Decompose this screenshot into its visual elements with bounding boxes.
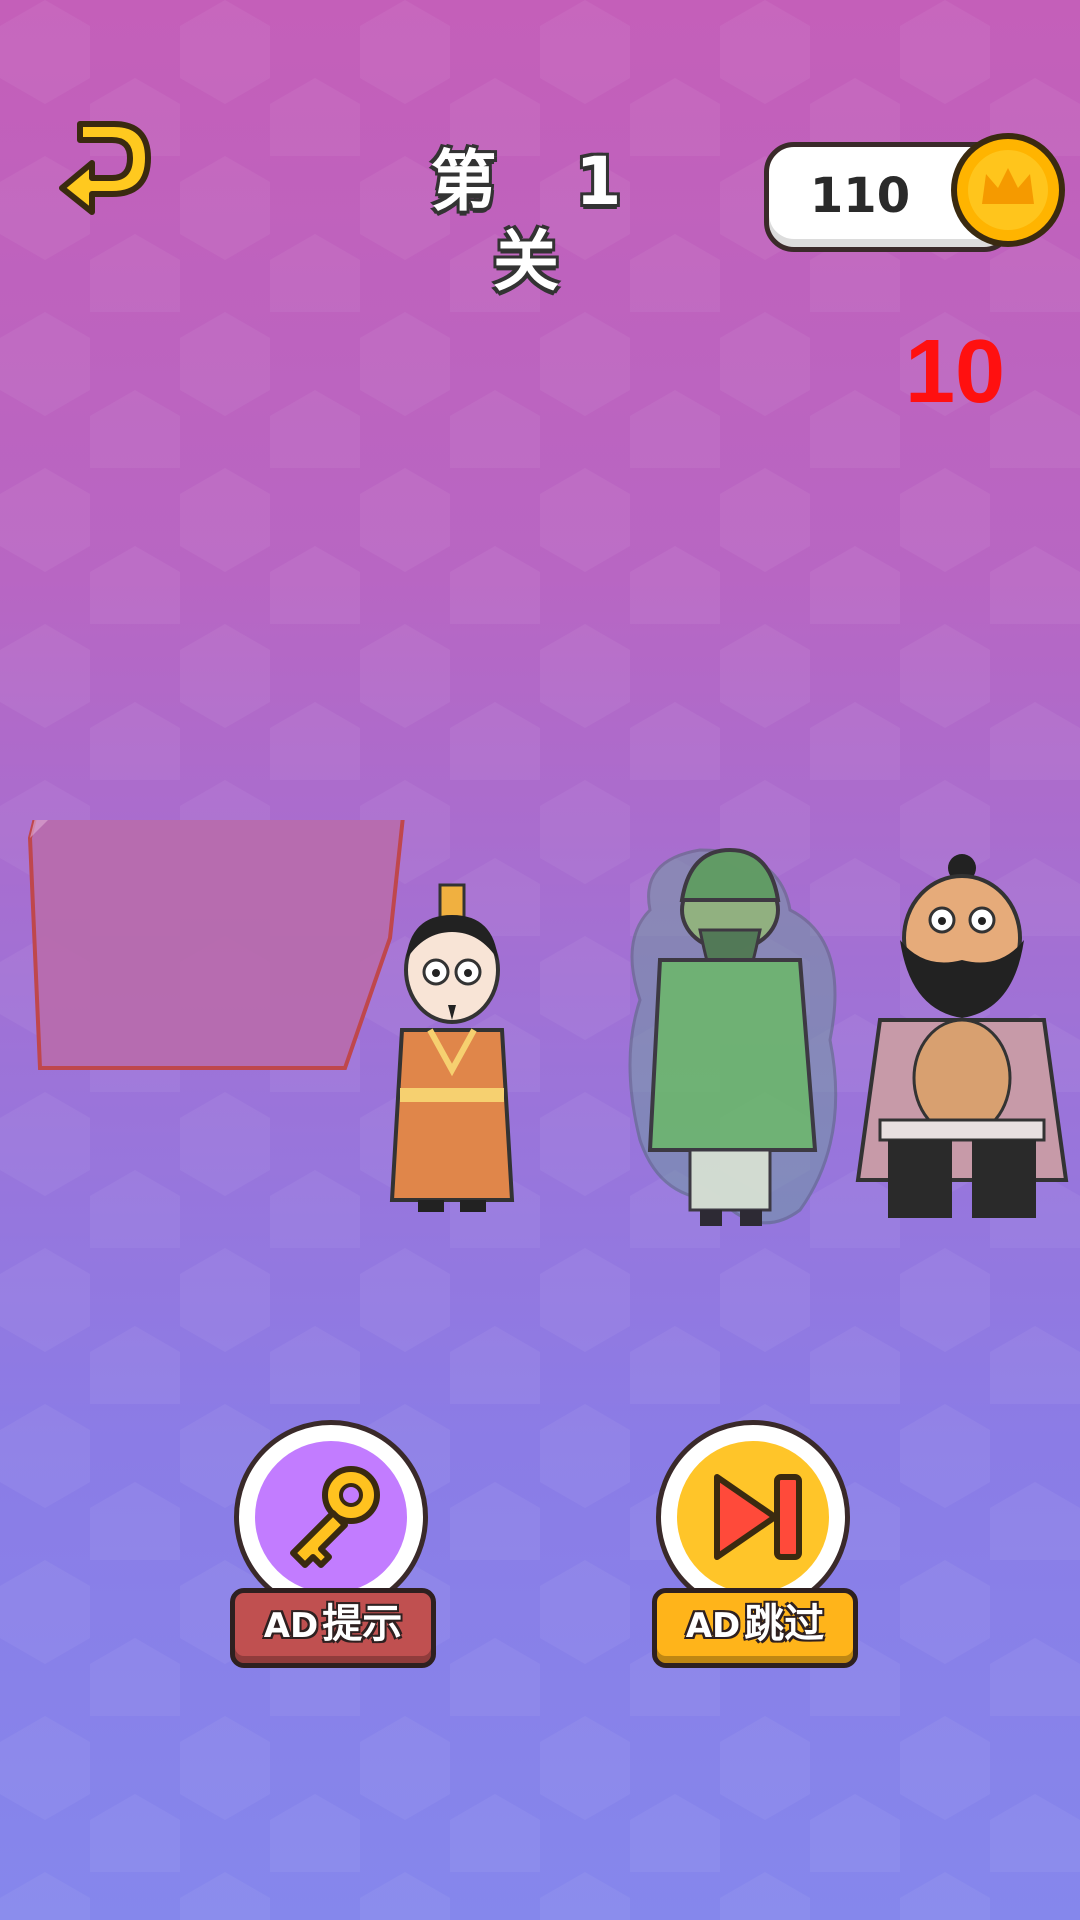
hint-button-label: AD 提示 (230, 1588, 436, 1668)
bearded-warrior[interactable] (855, 854, 1069, 1218)
hint-label-text: 提示 (322, 1601, 403, 1647)
hint-button[interactable]: AD 提示 (230, 1420, 436, 1670)
game-scene (27, 820, 1069, 1226)
skip-label-text: 跳过 (744, 1601, 825, 1647)
ad-tag: AD (685, 1606, 741, 1646)
skip-icon (714, 1474, 802, 1560)
green-general-ghost[interactable] (628, 847, 838, 1226)
skip-button[interactable]: AD 跳过 (652, 1420, 858, 1670)
coin-count: 110 (809, 168, 911, 224)
back-arrow-icon (59, 121, 151, 215)
key-icon (290, 1466, 380, 1568)
skip-button-circle (656, 1420, 850, 1614)
skip-button-label: AD 跳过 (652, 1588, 858, 1668)
ad-tag: AD (263, 1606, 319, 1646)
back-button[interactable] (42, 118, 154, 222)
level-title: 第 1 关 (430, 143, 650, 300)
hint-button-circle (234, 1420, 428, 1614)
countdown-timer: 10 (904, 322, 1006, 422)
crown-coin-icon (951, 133, 1065, 247)
official-character[interactable] (389, 883, 515, 1212)
rock[interactable] (27, 820, 405, 1070)
